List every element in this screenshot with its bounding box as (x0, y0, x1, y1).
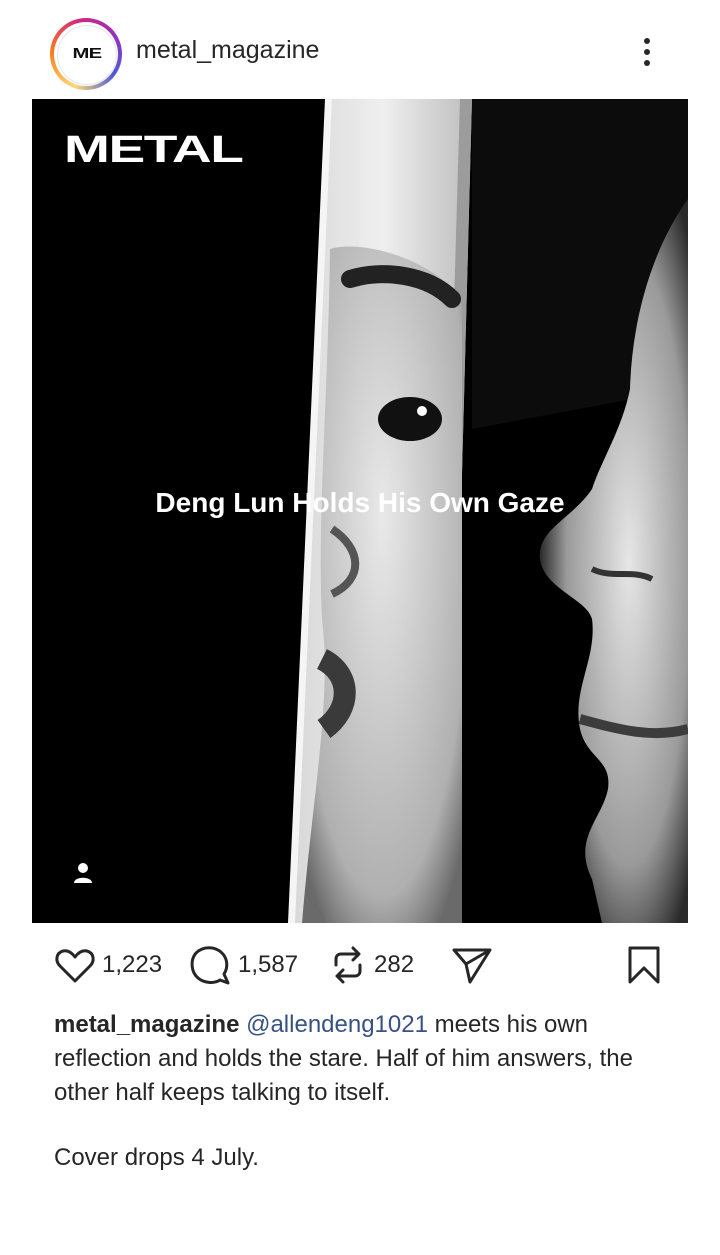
send-icon (452, 948, 492, 984)
comment-icon (190, 946, 230, 985)
avatar[interactable]: ME (57, 25, 117, 85)
bookmark-icon (628, 946, 660, 984)
comment-count: 1,587 (238, 951, 299, 978)
username[interactable]: metal_magazine (136, 36, 319, 65)
repost-count: 282 (374, 951, 415, 978)
like-count: 1,223 (102, 951, 163, 978)
post-caption: metal_magazine @allendeng1021 meets his … (54, 1008, 674, 1110)
post-image[interactable]: METAL Deng Lun Holds His Own Gaze (32, 99, 688, 923)
repost-button[interactable]: 282 (328, 935, 414, 995)
brand-logo: METAL (64, 129, 244, 171)
post-header: ME metal_magazine (0, 0, 720, 100)
more-options-button[interactable] (632, 32, 662, 72)
caption-extra: Cover drops 4 July. (54, 1144, 259, 1171)
heart-icon (55, 949, 95, 983)
story-ring[interactable]: ME (50, 18, 122, 90)
caption-username[interactable]: metal_magazine (54, 1011, 239, 1038)
caption-mention[interactable]: @allendeng1021 (246, 1011, 428, 1038)
like-button[interactable]: 1,223 (54, 935, 162, 995)
share-button[interactable] (450, 935, 494, 995)
action-bar: 1,223 1,587 282 (0, 935, 720, 995)
save-button[interactable] (624, 935, 664, 995)
image-headline: Deng Lun Holds His Own Gaze (155, 487, 565, 518)
avatar-logo: ME (72, 45, 102, 62)
more-vertical-icon (644, 38, 650, 44)
repost-icon (334, 946, 362, 984)
comment-button[interactable]: 1,587 (188, 935, 298, 995)
